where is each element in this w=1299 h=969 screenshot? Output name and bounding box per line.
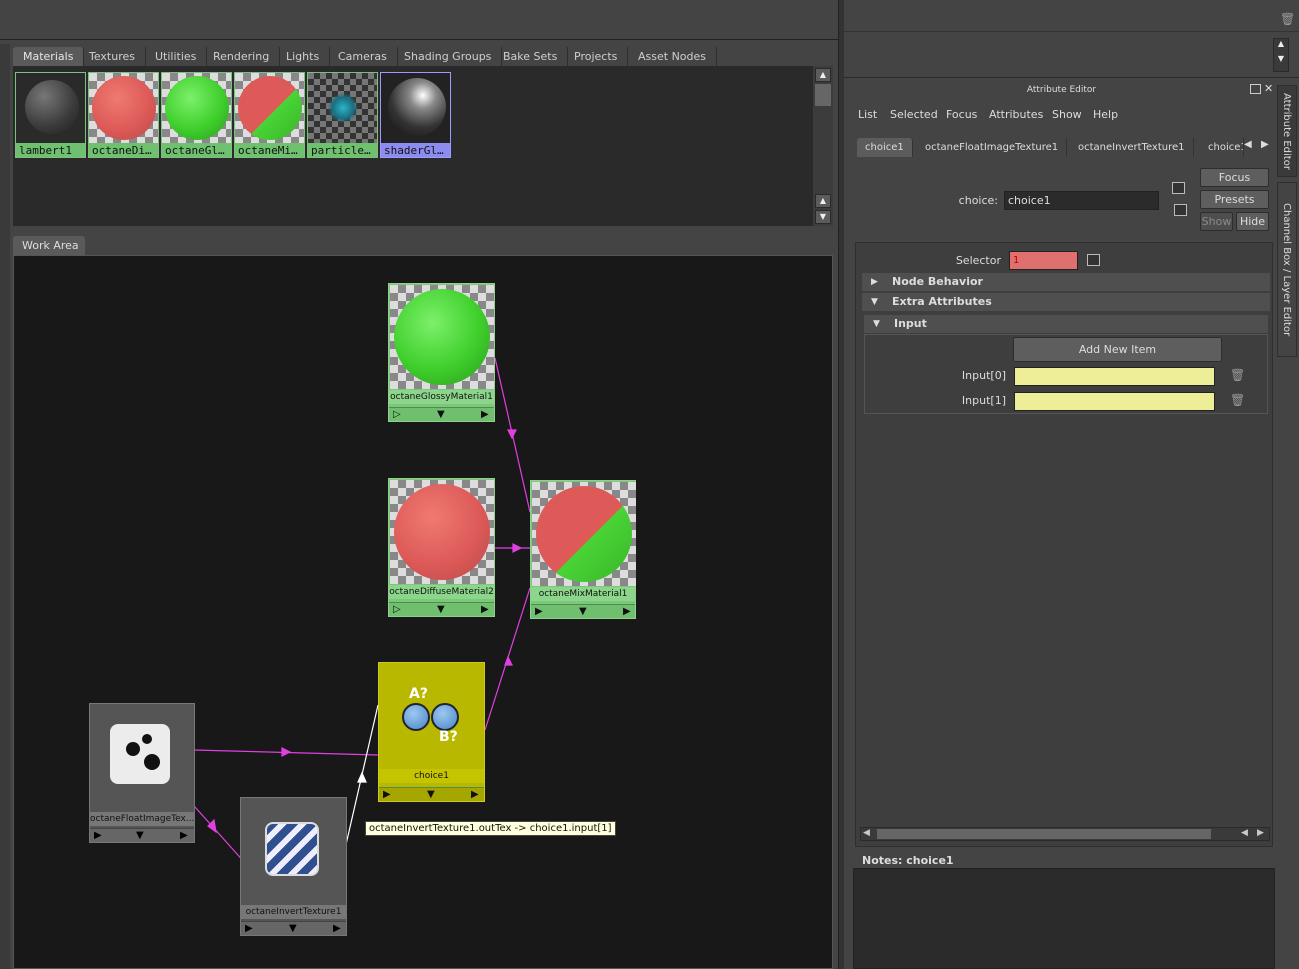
tab-scroll-left-icon[interactable]: ◀ [1244,139,1252,150]
node-port-bar[interactable]: ▶ ▼ ▶ [531,604,635,618]
collapse-icon: ▼ [871,297,878,307]
section-input[interactable]: ▼ Input [864,315,1268,333]
node-port-bar[interactable]: ▶ ▼ ▶ [241,921,346,935]
input-0-field[interactable] [1014,367,1215,386]
top-scrollbar[interactable]: ▲ ▼ [1273,38,1289,72]
invert-texture-icon [265,822,319,876]
node-name-label: choice: [958,194,998,207]
choice-icon: A? B? [399,683,465,749]
node-port-bar[interactable]: ▷ ▼ ▶ [389,602,494,616]
node-port-bar[interactable]: ▷ ▼ ▶ [389,407,494,421]
side-tab-attribute-editor[interactable]: Attribute Editor [1277,85,1297,177]
wire-arrow [357,771,367,783]
side-tab-channel-box[interactable]: Channel Box / Layer Editor [1277,182,1297,357]
wire-invert-to-choice-selected [341,704,379,863]
separator [844,77,1299,78]
add-new-item-button[interactable]: Add New Item [1013,337,1222,362]
close-icon[interactable]: ✕ [1264,82,1273,95]
show-button[interactable]: Show [1200,212,1233,231]
node-name-field[interactable]: choice1 [1004,191,1159,210]
float-texture-icon [110,724,170,784]
node-label: choice1 [379,769,484,783]
node-octane-mix-material[interactable]: octaneMixMaterial1 ▶ ▼ ▶ [530,480,636,619]
scroll-left-icon[interactable]: ◀ [863,828,870,838]
menu-focus[interactable]: Focus [946,108,977,121]
node-octane-glossy-material[interactable]: octaneGlossyMaterial1 ▷ ▼ ▶ [388,283,495,422]
expand-icon: ▶ [871,277,878,287]
scroll-left-icon[interactable]: ◀ [1241,828,1248,838]
horizontal-scrollbar[interactable]: ◀ ◀ ▶ [860,827,1270,841]
node-label: octaneInvertTexture1 [241,905,346,919]
glossy-node-preview [390,285,494,389]
map-button-icon[interactable] [1087,254,1100,266]
tab-scroll-right-icon[interactable]: ▶ [1261,139,1269,150]
menu-attributes[interactable]: Attributes [989,108,1043,121]
diffuse-node-preview [390,480,494,584]
menu-selected[interactable]: Selected [890,108,938,121]
notes-label: Notes: choice1 [862,854,954,867]
input-connections-icon[interactable] [1172,182,1185,194]
menu-help[interactable]: Help [1093,108,1118,121]
node-octane-diffuse-material[interactable]: octaneDiffuseMaterial2 ▷ ▼ ▶ [388,478,495,617]
wire-arrow [504,655,513,666]
node-port-bar[interactable]: ▶ ▼ ▶ [90,828,194,842]
input-0-label: Input[0] [961,369,1006,382]
node-port-bar[interactable]: ▶ ▼ ▶ [379,787,484,801]
menu-show[interactable]: Show [1052,108,1082,121]
scroll-down-icon[interactable]: ▼ [1274,54,1288,63]
scroll-right-icon[interactable]: ▶ [1257,828,1264,838]
input-1-label: Input[1] [961,394,1006,407]
focus-button[interactable]: Focus [1200,168,1269,187]
section-node-behavior[interactable]: ▶ Node Behavior [862,273,1270,291]
ae-tab-float-image-texture[interactable]: octaneFloatImageTexture1 [917,138,1068,157]
node-octane-invert-texture[interactable]: octaneInvertTexture1 ▶ ▼ ▶ [240,797,347,936]
section-label: Node Behavior [892,275,983,288]
choice-a-label: A? [409,686,428,702]
float-window-icon[interactable] [1250,84,1261,94]
node-choice[interactable]: A? B? choice1 ▶ ▼ ▶ [378,662,485,802]
section-label: Extra Attributes [892,295,992,308]
input-1-field[interactable] [1014,392,1215,411]
ae-title: Attribute Editor [1026,85,1097,95]
section-extra-attributes[interactable]: ▼ Extra Attributes [862,293,1270,311]
section-label: Input [894,317,927,330]
trash-icon[interactable]: 🗑 [1280,12,1295,26]
node-label: octaneGlossyMaterial1 [389,390,494,404]
ae-top-strip [844,0,1299,32]
wire-arrow [281,747,292,757]
node-octane-float-image-texture[interactable]: octaneFloatImageTex... ▶ ▼ ▶ [89,703,195,843]
scroll-thumb[interactable] [877,829,1211,839]
ae-tab-choice1[interactable]: choice1 [857,138,913,157]
wire-arrow [512,543,523,553]
wire-arrow [507,429,517,440]
choice-b-label: B? [439,729,458,745]
node-label: octaneMixMaterial1 [531,587,635,601]
ae-tab-choice1-dup[interactable]: choice1 [1200,138,1244,157]
collapse-icon: ▼ [873,319,880,329]
connection-tooltip: octaneInvertTexture1.outTex -> choice1.i… [365,821,616,836]
delete-item-icon[interactable]: 🗑 [1230,368,1245,382]
notes-textarea[interactable] [853,868,1275,969]
menu-list[interactable]: List [858,108,877,121]
mix-node-preview [532,482,636,586]
selector-field[interactable]: 1 [1009,251,1078,270]
output-connections-icon[interactable] [1174,204,1187,216]
scroll-up-icon[interactable]: ▲ [1274,39,1288,48]
ae-tab-invert-texture[interactable]: octaneInvertTexture1 [1070,138,1194,157]
node-label: octaneFloatImageTex... [90,812,194,826]
wire-arrow [207,818,217,834]
delete-item-icon[interactable]: 🗑 [1230,393,1245,407]
node-label: octaneDiffuseMaterial2 [389,585,494,599]
presets-button[interactable]: Presets [1200,190,1269,209]
selector-label: Selector [955,254,1001,267]
hide-button[interactable]: Hide [1236,212,1269,231]
